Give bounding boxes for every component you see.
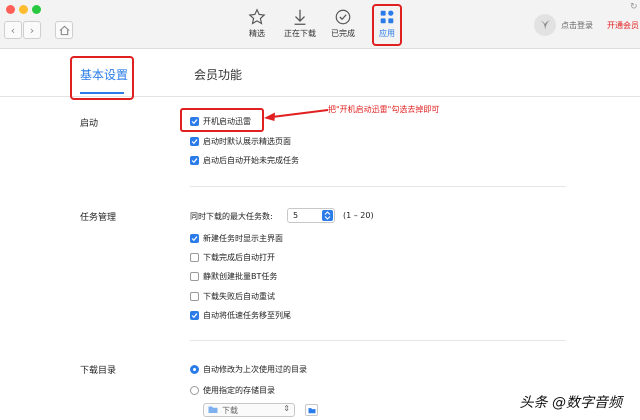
select-arrows-icon: ⇕ (283, 404, 290, 413)
option-label: 新建任务时显示主界面 (203, 233, 283, 243)
option-label: 下载失败后自动重试 (203, 291, 275, 301)
login-link[interactable]: 点击登录 (561, 20, 593, 31)
annotation-arrow-icon (264, 109, 329, 121)
basic-tab-highlight-box (70, 56, 134, 100)
option-resume-tasks[interactable]: 启动后自动开始未完成任务 (190, 154, 299, 166)
check-circle-icon (335, 9, 351, 25)
folder-icon (308, 407, 315, 413)
option-label: 下载完成后自动打开 (203, 252, 275, 262)
star-icon (248, 8, 266, 25)
max-tasks-value: 5 (293, 211, 299, 220)
watermark: 头条 @数字音频 (519, 395, 622, 411)
zoom-window-button[interactable] (32, 5, 41, 14)
option-label: 自动将低速任务移至列尾 (203, 310, 291, 320)
folder-select-value: 下载 (222, 406, 238, 415)
checkbox[interactable] (190, 310, 199, 320)
annotation-text: 把"开机启动迅雷"勾选去掉即可 (328, 105, 440, 114)
option-move-slow-tasks[interactable]: 自动将低速任务移至列尾 (190, 309, 291, 321)
option-show-featured[interactable]: 启动时默认展示精选页面 (190, 135, 291, 147)
browse-folder-button[interactable] (305, 404, 318, 416)
option-silent-bt[interactable]: 静默创建批量BT任务 (190, 270, 277, 282)
folder-icon (208, 405, 218, 416)
toolbar-item-completed[interactable]: 已完成 (324, 8, 362, 39)
max-tasks-stepper[interactable]: 5 (287, 208, 335, 223)
home-icon (59, 25, 69, 35)
radio-button[interactable] (190, 364, 199, 374)
option-auto-retry[interactable]: 下载失败后自动重试 (190, 290, 275, 302)
max-tasks-range: (1 – 20) (343, 211, 374, 220)
option-label: 使用指定的存储目录 (203, 385, 275, 395)
launch-option-highlight-box (180, 108, 264, 132)
option-label: 自动修改为上次使用过的目录 (203, 364, 307, 374)
option-auto-open[interactable]: 下载完成后自动打开 (190, 251, 275, 263)
toolbar-item-label: 精选 (249, 29, 265, 38)
minimize-window-button[interactable] (19, 5, 28, 14)
checkbox[interactable] (190, 136, 199, 146)
option-last-used-dir[interactable]: 自动修改为上次使用过的目录 (190, 363, 307, 375)
refresh-icon[interactable]: ↻ (630, 2, 638, 12)
checkbox[interactable] (190, 291, 199, 301)
chevron-left-icon: ‹ (10, 23, 16, 37)
option-label: 静默创建批量BT任务 (203, 271, 278, 281)
toolbar-item-featured[interactable]: 精选 (238, 8, 276, 39)
home-button[interactable] (55, 21, 73, 39)
section-download-dir-title: 下载目录 (80, 366, 117, 376)
apps-highlight-box (372, 4, 402, 46)
toolbar-item-label: 已完成 (331, 29, 355, 38)
radio-button[interactable] (190, 385, 199, 395)
toolbar-item-label: 正在下载 (284, 29, 316, 38)
option-label: 启动时默认展示精选页面 (203, 136, 291, 146)
section-divider (190, 186, 566, 187)
section-tasks-title: 任务管理 (80, 213, 117, 223)
forward-button[interactable]: › (23, 21, 41, 39)
back-button[interactable]: ‹ (4, 21, 22, 39)
checkbox[interactable] (190, 252, 199, 262)
close-window-button[interactable] (6, 5, 15, 14)
bird-logo-icon (540, 20, 550, 30)
folder-select[interactable]: 下载 ⇕ (203, 403, 295, 417)
stepper-arrows-icon[interactable] (322, 210, 333, 221)
section-startup-title: 启动 (80, 119, 99, 129)
checkbox[interactable] (190, 155, 199, 165)
max-tasks-label: 同时下载的最大任务数: (190, 212, 273, 221)
tab-member-features[interactable]: 会员功能 (194, 66, 242, 83)
open-membership-link[interactable]: 开通会员 (607, 20, 639, 31)
option-specified-dir[interactable]: 使用指定的存储目录 (190, 384, 275, 396)
download-arrow-icon (294, 9, 306, 25)
checkbox[interactable] (190, 271, 199, 281)
checkbox[interactable] (190, 233, 199, 243)
toolbar-item-downloading[interactable]: 正在下载 (281, 8, 319, 39)
avatar[interactable] (534, 14, 556, 36)
section-divider (190, 340, 566, 341)
option-show-main-on-new[interactable]: 新建任务时显示主界面 (190, 232, 283, 244)
chevron-right-icon: › (29, 23, 35, 37)
title-bar: ‹ › 精选 正在下载 已完成 应用 点击登录 开通会员 ↻ (0, 0, 640, 49)
option-label: 启动后自动开始未完成任务 (203, 155, 299, 165)
